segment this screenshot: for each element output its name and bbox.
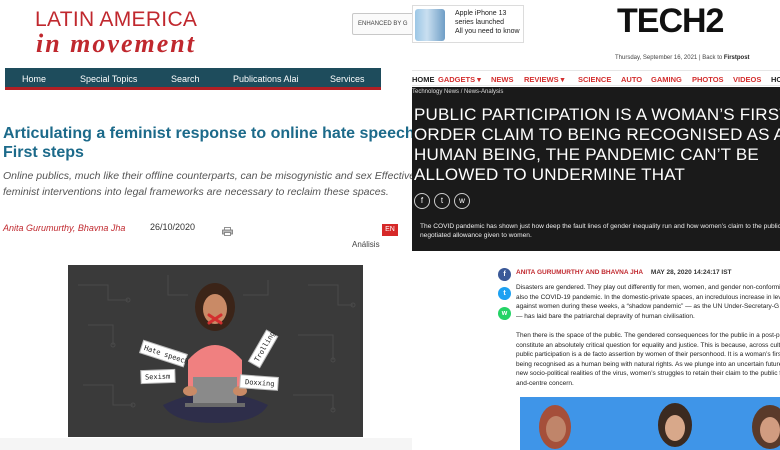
nav-news[interactable]: NEWS <box>491 75 514 84</box>
nav-auto[interactable]: AUTO <box>621 75 642 84</box>
ad-text: Apple iPhone 13 series launched All you … <box>455 9 520 36</box>
ad-banner[interactable]: Apple iPhone 13 series launched All you … <box>412 5 524 43</box>
nav-item-publications[interactable]: Publications Alai <box>233 74 299 84</box>
article-date: 26/10/2020 <box>150 222 196 232</box>
ad-line2: series launched <box>455 19 505 26</box>
article-photo <box>520 397 780 450</box>
share-twitter-icon[interactable]: t <box>498 287 511 300</box>
tagline-back[interactable]: Back to <box>702 55 722 61</box>
article-title: Articulating a feminist response to onli… <box>3 125 412 161</box>
article-paragraph-1: Disasters are gendered. They play out di… <box>516 284 780 320</box>
article-illustration: Hate speech Trolling Sexism Doxxing <box>68 265 363 437</box>
nav-videos[interactable]: VIDEOS <box>733 75 761 84</box>
logo-line2: in movement <box>36 29 196 58</box>
tech2-nav: HOME GADGETS ▾ NEWS REVIEWS ▾ SCIENCE AU… <box>412 70 780 86</box>
right-article-panel: Apple iPhone 13 series launched All you … <box>412 0 780 450</box>
facebook-icon[interactable]: f <box>414 193 430 209</box>
left-article-panel: LATIN AMERICA in movement ENHANCED BY G … <box>0 0 412 450</box>
nav-item-services[interactable]: Services <box>330 74 365 84</box>
nav-how[interactable]: HOW <box>771 75 780 84</box>
nav-reviews[interactable]: REVIEWS ▾ <box>524 75 564 84</box>
language-badge[interactable]: EN <box>382 224 398 236</box>
ad-line3: All you need to know <box>455 28 520 35</box>
enhanced-by-label: ENHANCED BY G <box>358 21 408 27</box>
tag-sexism: Sexism <box>145 373 171 382</box>
article-hero: Technology News / News-Analysis PUBLIC P… <box>412 87 780 251</box>
tagline: Thursday, September 16, 2021 | Back to F… <box>615 55 750 61</box>
screenshot-collage: { "left": { "logo": { "line1": "LATIN AM… <box>0 0 780 450</box>
article-byline[interactable]: ANITA GURUMURTHY AND BHAVNA JHA <box>516 269 643 276</box>
whatsapp-icon[interactable]: w <box>454 193 470 209</box>
nav-science[interactable]: SCIENCE <box>578 75 611 84</box>
hero-share-buttons: f t w <box>414 193 470 209</box>
tech2-logo[interactable]: TECH2 <box>617 4 724 38</box>
article-subtitle: Online publics, much like their offline … <box>3 170 412 198</box>
tagline-firstpost[interactable]: Firstpost <box>724 55 750 61</box>
article-headline: PUBLIC PARTICIPATION IS A WOMAN’S FIRST-… <box>414 105 780 184</box>
ad-line1: Apple iPhone 13 <box>455 10 507 17</box>
article-paragraph-2: Then there is the space of the public. T… <box>516 332 780 387</box>
nav-item-special-topics[interactable]: Special Topics <box>80 74 137 84</box>
nav-item-search[interactable]: Search <box>171 74 200 84</box>
article-meta: ANITA GURUMURTHY AND BHAVNA JHA MAY 28, … <box>516 269 732 276</box>
logo-line1: LATIN AMERICA <box>35 8 198 31</box>
article-timestamp: MAY 28, 2020 14:24:17 IST <box>650 269 732 276</box>
nav-photos[interactable]: PHOTOS <box>692 75 724 84</box>
share-facebook-icon[interactable]: f <box>498 268 511 281</box>
article-summary: The COVID pandemic has shown just how de… <box>420 223 780 239</box>
print-icon[interactable] <box>222 223 233 236</box>
section-label[interactable]: Análisis <box>352 240 380 249</box>
breadcrumb[interactable]: Technology News / News-Analysis <box>412 89 503 95</box>
nav-gaming[interactable]: GAMING <box>651 75 682 84</box>
nav-home[interactable]: HOME <box>412 75 435 84</box>
article-authors[interactable]: Anita Gurumurthy, Bhavna Jha <box>3 223 125 233</box>
main-nav: Home Special Topics Search Publications … <box>5 68 381 90</box>
twitter-icon[interactable]: t <box>434 193 450 209</box>
nav-item-home[interactable]: Home <box>22 74 46 84</box>
tagline-date: Thursday, September 16, 2021 <box>615 55 698 61</box>
iphone-image <box>415 9 445 41</box>
share-whatsapp-icon[interactable]: w <box>498 307 511 320</box>
site-logo[interactable]: LATIN AMERICA in movement <box>35 9 197 57</box>
footer-strip <box>0 438 412 450</box>
search-box[interactable]: ENHANCED BY G <box>352 13 412 35</box>
nav-gadgets[interactable]: GADGETS ▾ <box>438 75 481 84</box>
